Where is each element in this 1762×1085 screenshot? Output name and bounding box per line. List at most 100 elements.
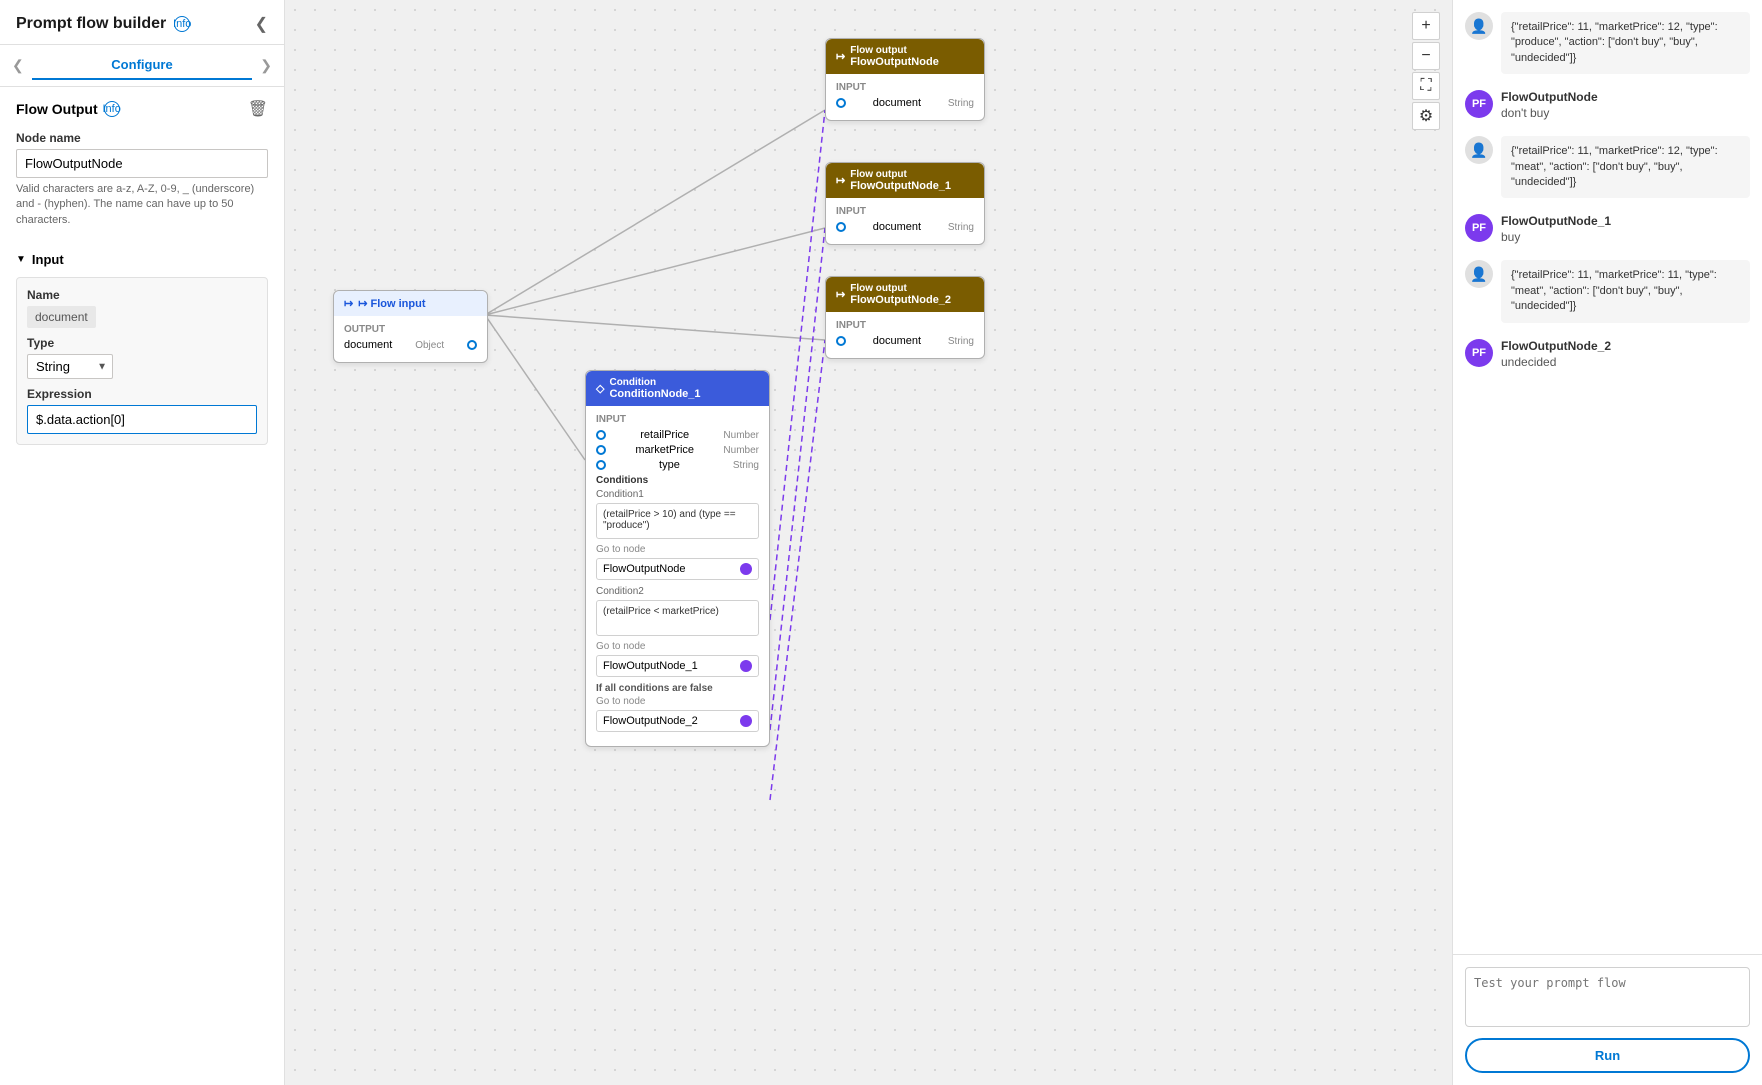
- condition-type-type: String: [733, 460, 759, 471]
- name-label: Name: [27, 288, 257, 302]
- false-goto-box: FlowOutputNode_2: [596, 710, 759, 732]
- flow-output-1-header-label: Flow output: [850, 45, 939, 56]
- chat-input[interactable]: [1465, 967, 1750, 1027]
- flow-input-row: document Object: [344, 339, 477, 351]
- right-panel: 👤 {"retailPrice": 11, "marketPrice": 12,…: [1452, 0, 1762, 1085]
- condition2-goto-dot: [740, 660, 752, 672]
- flow-output-1-name: FlowOutputNode: [850, 56, 939, 68]
- node-name-input[interactable]: [16, 149, 268, 178]
- condition-node-header: ◇ Condition ConditionNode_1: [586, 371, 769, 406]
- chat-entry-1: 👤 {"retailPrice": 11, "marketPrice": 12,…: [1465, 12, 1750, 74]
- expression-input[interactable]: [27, 405, 257, 434]
- expression-field-row: Expression: [27, 387, 257, 434]
- delete-button[interactable]: 🗑: [248, 99, 268, 119]
- condition2-goto-value: FlowOutputNode_1: [603, 660, 698, 672]
- run-button[interactable]: Run: [1465, 1038, 1750, 1073]
- zoom-in-button[interactable]: +: [1412, 12, 1440, 40]
- flow-output-3-body: Input document String: [826, 312, 984, 358]
- type-label: Type: [27, 336, 257, 350]
- chat-entry-bot-1: PF FlowOutputNode don't buy: [1465, 90, 1750, 120]
- flow-output-1-input-label: Input: [836, 82, 974, 93]
- name-display: document: [27, 306, 96, 328]
- flow-output-header: Flow Output Info 🗑: [16, 99, 268, 119]
- bot-message-2: FlowOutputNode_1 buy: [1501, 214, 1611, 244]
- flow-output-node-2-header: ↦ Flow output FlowOutputNode_1: [826, 163, 984, 198]
- flow-input-row-type: Object: [415, 340, 444, 351]
- flow-output-2-input-label: Input: [836, 206, 974, 217]
- condition1-label: Condition1: [596, 489, 759, 500]
- flow-output-3-name: FlowOutputNode_2: [850, 294, 951, 306]
- settings-button[interactable]: ⚙: [1412, 102, 1440, 130]
- chat-entry-bot-2: PF FlowOutputNode_1 buy: [1465, 214, 1750, 244]
- tab-configure[interactable]: Configure: [32, 51, 253, 80]
- chat-bubble-user-1: {"retailPrice": 11, "marketPrice": 12, "…: [1501, 12, 1750, 74]
- flow-output-section: Flow Output Info 🗑 Node name Valid chara…: [0, 87, 284, 252]
- bot-1-value: don't buy: [1501, 106, 1598, 120]
- avatar-user-1: 👤: [1465, 12, 1493, 40]
- flow-output-1-dot: [836, 98, 846, 108]
- header-info-badge[interactable]: Info: [174, 16, 190, 32]
- false-goto-dot: [740, 715, 752, 727]
- condition-node-body: Input retailPrice Number marketPrice Num…: [586, 406, 769, 746]
- flow-output-1-row-type: String: [948, 98, 974, 109]
- zoom-out-button[interactable]: −: [1412, 42, 1440, 70]
- flow-input-icon: ↦: [344, 297, 353, 310]
- input-collapsible-header[interactable]: ▼ Input: [16, 252, 268, 267]
- bot-message-3: FlowOutputNode_2 undecided: [1501, 339, 1611, 369]
- flow-output-3-dot: [836, 336, 846, 346]
- bot-message-1: FlowOutputNode don't buy: [1501, 90, 1598, 120]
- nav-forward-button[interactable]: ❯: [256, 53, 276, 78]
- type-select[interactable]: String Number Boolean Object Array: [27, 354, 113, 379]
- bot-3-value: undecided: [1501, 355, 1611, 369]
- flow-output-2-row-name: document: [873, 221, 921, 233]
- bot-3-node-name: FlowOutputNode_2: [1501, 339, 1611, 353]
- condition-type-dot: [596, 460, 606, 470]
- condition-type-row: type String: [596, 459, 759, 471]
- condition-retail-name: retailPrice: [640, 429, 689, 441]
- flow-output-2-dot: [836, 222, 846, 232]
- flow-output-node-2[interactable]: ↦ Flow output FlowOutputNode_1 Input doc…: [825, 162, 985, 245]
- condition1-goto-label: Go to node: [596, 544, 759, 555]
- node-name-hint: Valid characters are a-z, A-Z, 0-9, _ (u…: [16, 182, 268, 228]
- condition-market-row: marketPrice Number: [596, 444, 759, 456]
- flow-output-3-icon: ↦: [836, 288, 845, 301]
- bot-1-node-name: FlowOutputNode: [1501, 90, 1598, 104]
- condition-node[interactable]: ◇ Condition ConditionNode_1 Input retail…: [585, 370, 770, 747]
- condition-node-name: ConditionNode_1: [609, 388, 700, 400]
- flow-output-1-body: Input document String: [826, 74, 984, 120]
- flow-output-3-input-label: Input: [836, 320, 974, 331]
- flow-output-2-header-label: Flow output: [850, 169, 951, 180]
- condition1-goto-value: FlowOutputNode: [603, 563, 686, 575]
- flow-input-node[interactable]: ↦ ↦ Flow input Output document Object: [333, 290, 488, 363]
- expression-label: Expression: [27, 387, 257, 401]
- flow-input-node-header: ↦ ↦ Flow input: [334, 291, 487, 316]
- avatar-bot-2: PF: [1465, 214, 1493, 242]
- condition-type-name: type: [659, 459, 680, 471]
- fit-button[interactable]: ⛶: [1412, 72, 1440, 100]
- panel-header: Prompt flow builder Info ❮: [0, 0, 284, 45]
- avatar-user-3: 👤: [1465, 260, 1493, 288]
- chat-bubble-user-2: {"retailPrice": 11, "marketPrice": 12, "…: [1501, 136, 1750, 198]
- condition1-goto-box: FlowOutputNode: [596, 558, 759, 580]
- nav-back-button[interactable]: ❮: [8, 53, 28, 78]
- flow-output-title: Flow Output: [16, 101, 98, 117]
- chat-bubble-user-3: {"retailPrice": 11, "marketPrice": 11, "…: [1501, 260, 1750, 322]
- nav-tabs: ❮ Configure ❯: [0, 45, 284, 87]
- flow-output-node-1[interactable]: ↦ Flow output FlowOutputNode Input docum…: [825, 38, 985, 121]
- flow-output-info-badge[interactable]: Info: [104, 101, 120, 117]
- collapse-button[interactable]: ❮: [255, 14, 268, 34]
- false-label: If all conditions are false: [596, 683, 759, 694]
- condition-retail-row: retailPrice Number: [596, 429, 759, 441]
- chat-row-bot-1: PF FlowOutputNode don't buy: [1465, 90, 1750, 120]
- flow-output-node-3[interactable]: ↦ Flow output FlowOutputNode_2 Input doc…: [825, 276, 985, 359]
- canvas-controls: + − ⛶ ⚙: [1412, 12, 1440, 130]
- flow-output-2-row: document String: [836, 221, 974, 233]
- chat-row-user-2: 👤 {"retailPrice": 11, "marketPrice": 12,…: [1465, 136, 1750, 198]
- chat-row-user-1: 👤 {"retailPrice": 11, "marketPrice": 12,…: [1465, 12, 1750, 74]
- condition2-goto-box: FlowOutputNode_1: [596, 655, 759, 677]
- condition1-goto-dot: [740, 563, 752, 575]
- condition-retail-dot: [596, 430, 606, 440]
- false-goto-value: FlowOutputNode_2: [603, 715, 698, 727]
- condition1-expression: (retailPrice > 10) and (type == "produce…: [596, 503, 759, 539]
- flow-output-1-icon: ↦: [836, 50, 845, 63]
